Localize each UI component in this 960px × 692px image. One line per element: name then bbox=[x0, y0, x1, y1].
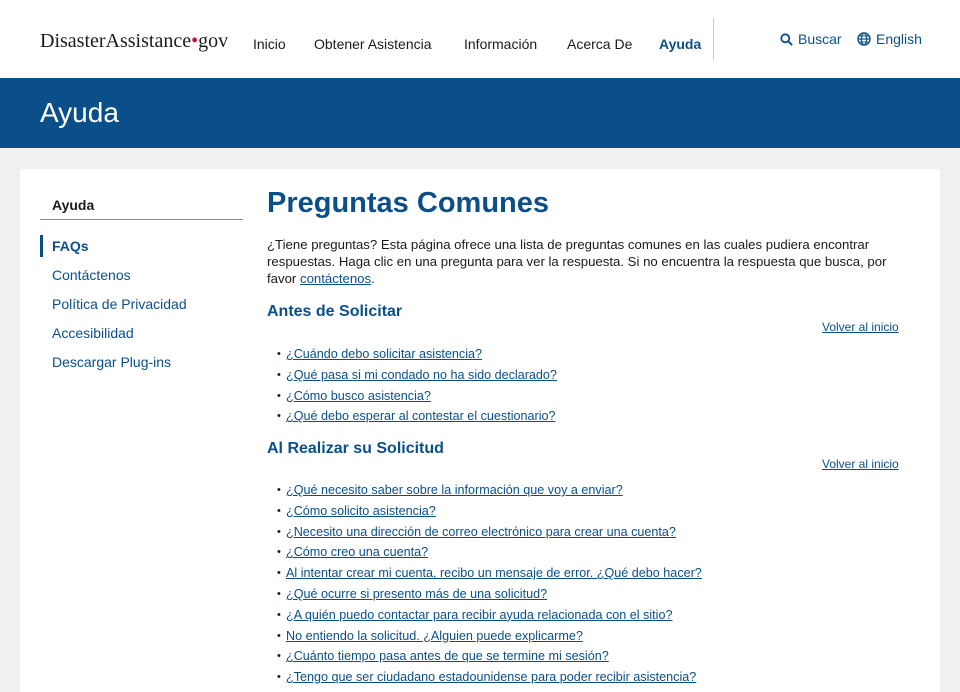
nav-divider bbox=[713, 18, 714, 60]
bullet: • bbox=[277, 389, 281, 402]
search-button[interactable]: Buscar bbox=[780, 31, 842, 47]
intro-paragraph: ¿Tiene preguntas? Esta página ofrece una… bbox=[267, 236, 917, 287]
sidebar-item-contactenos[interactable]: Contáctenos bbox=[52, 267, 131, 283]
logo-text-disaster: Disaster bbox=[40, 30, 106, 52]
nav-inicio[interactable]: Inicio bbox=[253, 36, 286, 52]
list-item: • ¿Qué debo esperar al contestar el cuest… bbox=[277, 406, 557, 427]
question-link[interactable]: ¿Qué pasa si mi condado no ha sido decla… bbox=[286, 368, 557, 382]
sidebar-item-faqs[interactable]: FAQs bbox=[52, 238, 89, 254]
section-title-realizar: Al Realizar su Solicitud bbox=[267, 440, 444, 457]
search-label: Buscar bbox=[798, 31, 842, 47]
nav-ayuda[interactable]: Ayuda bbox=[659, 36, 701, 52]
sidebar-active-indicator bbox=[40, 235, 43, 257]
list-item: • ¿Cómo creo una cuenta? bbox=[277, 542, 702, 563]
bullet: • bbox=[277, 650, 281, 663]
list-item: • ¿Qué pasa si mi condado no ha sido decl… bbox=[277, 365, 557, 386]
bullet: • bbox=[277, 671, 281, 684]
banner-title: Ayuda bbox=[40, 97, 119, 128]
question-link[interactable]: Al intentar crear mi cuenta, recibo un m… bbox=[286, 566, 702, 580]
question-link[interactable]: ¿Qué ocurre si presento más de una solic… bbox=[286, 587, 547, 601]
question-link[interactable]: ¿Cómo creo una cuenta? bbox=[286, 545, 428, 559]
sidebar-item-privacidad[interactable]: Política de Privacidad bbox=[52, 296, 187, 312]
bullet: • bbox=[277, 410, 281, 423]
logo-text-assistance: Assistance bbox=[105, 30, 192, 52]
site-logo[interactable]: DisasterAssistance•gov bbox=[40, 30, 228, 53]
list-item: • ¿Cuánto tiempo pasa antes de que se ter… bbox=[277, 646, 702, 667]
list-item: • ¿Cuándo debo solicitar asistencia? bbox=[277, 344, 557, 365]
sidebar-item-accesibilidad[interactable]: Accesibilidad bbox=[52, 325, 134, 341]
back-to-top-link-1[interactable]: Volver al inicio bbox=[822, 320, 899, 334]
bullet: • bbox=[277, 504, 281, 517]
bullet: • bbox=[277, 587, 281, 600]
list-item: • ¿Cómo busco asistencia? bbox=[277, 386, 557, 407]
content-panel: Ayuda FAQs Contáctenos Política de Priva… bbox=[20, 169, 940, 692]
question-list-antes: • ¿Cuándo debo solicitar asistencia? • ¿Qu… bbox=[277, 344, 557, 427]
bullet: • bbox=[277, 525, 281, 538]
question-link[interactable]: ¿Qué debo esperar al contestar el cuesti… bbox=[286, 409, 556, 423]
section-title-antes: Antes de Solicitar bbox=[267, 303, 403, 320]
question-link[interactable]: ¿Cuánto tiempo pasa antes de que se term… bbox=[286, 649, 609, 663]
nav-acerca-de[interactable]: Acerca De bbox=[567, 36, 632, 52]
logo-text-gov: gov bbox=[198, 30, 229, 52]
language-label: English bbox=[876, 31, 922, 47]
back-to-top-link-2[interactable]: Volver al inicio bbox=[822, 457, 899, 471]
list-item: • ¿Necesito una dirección de correo elect… bbox=[277, 522, 702, 543]
nav-obtener-asistencia[interactable]: Obtener Asistencia bbox=[314, 36, 432, 52]
search-icon bbox=[780, 32, 793, 46]
bullet: • bbox=[277, 546, 281, 559]
question-link[interactable]: ¿A quién puedo contactar para recibir ay… bbox=[286, 608, 672, 622]
list-item: • ¿A quién puedo contactar para recibir a… bbox=[277, 605, 702, 626]
question-link[interactable]: ¿Cómo solicito asistencia? bbox=[286, 504, 436, 518]
sidebar-title: Ayuda bbox=[52, 197, 95, 213]
question-link[interactable]: ¿Cuándo debo solicitar asistencia? bbox=[286, 347, 482, 361]
bullet: • bbox=[277, 567, 281, 580]
sidebar-divider bbox=[40, 219, 243, 220]
question-link[interactable]: ¿Qué necesito saber sobre la información… bbox=[286, 483, 623, 497]
question-link[interactable]: No entiendo la solicitud. ¿Alguien puede… bbox=[286, 629, 583, 643]
list-item: • Al intentar crear mi cuenta, recibo un … bbox=[277, 563, 702, 584]
question-link[interactable]: ¿Tengo que ser ciudadano estadounidense … bbox=[286, 670, 696, 684]
page-banner: Ayuda bbox=[0, 78, 960, 148]
bullet: • bbox=[277, 348, 281, 360]
list-item: • No entiendo la solicitud. ¿Alguien pued… bbox=[277, 626, 702, 647]
bullet: • bbox=[277, 629, 281, 642]
question-list-realizar: • ¿Qué necesito saber sobre la informació… bbox=[277, 480, 702, 688]
list-item: • ¿Tengo que ser ciudadano estadounidense… bbox=[277, 667, 702, 688]
bullet: • bbox=[277, 608, 281, 621]
globe-icon bbox=[857, 32, 871, 46]
list-item: • ¿Cómo solicito asistencia? bbox=[277, 501, 702, 522]
question-link[interactable]: ¿Cómo busco asistencia? bbox=[286, 389, 431, 403]
bullet: • bbox=[277, 484, 281, 496]
question-link[interactable]: ¿Necesito una dirección de correo electr… bbox=[286, 525, 676, 539]
intro-end: . bbox=[371, 271, 375, 286]
site-header: DisasterAssistance•gov Inicio Obtener As… bbox=[0, 0, 960, 78]
bullet: • bbox=[277, 368, 281, 381]
list-item: • ¿Qué ocurre si presento más de una soli… bbox=[277, 584, 702, 605]
sidebar-item-plugins[interactable]: Descargar Plug-ins bbox=[52, 354, 171, 370]
page-title: Preguntas Comunes bbox=[267, 187, 549, 219]
list-item: • ¿Qué necesito saber sobre la informació… bbox=[277, 480, 702, 501]
nav-informacion[interactable]: Información bbox=[464, 36, 537, 52]
contact-link[interactable]: contáctenos bbox=[300, 271, 371, 286]
language-toggle[interactable]: English bbox=[857, 31, 922, 47]
